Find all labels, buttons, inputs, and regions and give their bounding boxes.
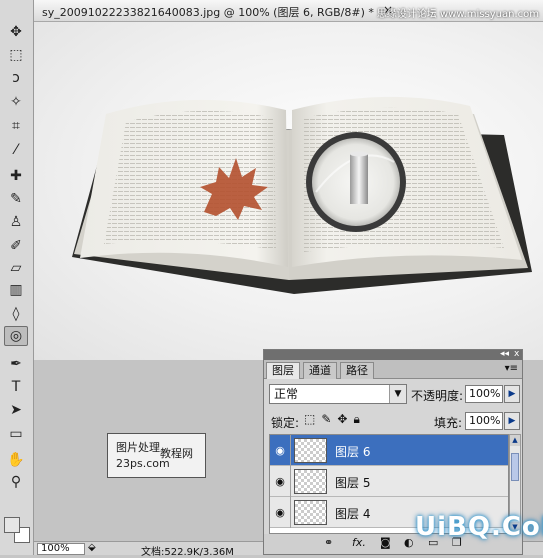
scroll-thumb[interactable] [511,453,519,481]
lock-options[interactable]: ⬚✎✥🔒︎ [304,412,366,427]
navigator-icon[interactable]: ⬙ [88,542,96,553]
pen-tool-icon[interactable]: ✒ [4,354,28,374]
lock-pixels-icon[interactable]: ✎ [321,412,337,426]
lock-position-icon[interactable]: ✥ [337,412,353,426]
opacity-input[interactable]: 100% [465,385,503,403]
stamp-url: 23ps.com [116,457,170,470]
gradient-tool-icon[interactable]: ▥ [4,280,28,300]
layer-thumbnail [294,469,327,494]
layer-row-6[interactable]: ◉ 图层 6 [270,435,508,466]
collapse-icon[interactable]: ◂◂ [500,349,509,359]
book-photo [72,96,532,294]
panel-menu-icon[interactable]: ▾≡ [505,363,518,374]
crop-tool-icon[interactable]: ⌗ [4,116,28,136]
hand-tool-icon[interactable]: ✋ [4,450,28,470]
opacity-label: 不透明度: [411,389,464,403]
lock-transparent-icon[interactable]: ⬚ [304,412,321,426]
marquee-tool-icon[interactable]: ⬚ [4,45,28,65]
panel-header[interactable]: ◂◂ x [264,349,522,360]
tab-channels[interactable]: 通道 [303,362,337,379]
scroll-up-icon[interactable]: ▲ [510,435,520,446]
opacity-arrow-icon[interactable]: ▶ [504,385,520,403]
blend-mode-select[interactable]: 正常 ▼ [269,384,407,404]
eye-icon[interactable]: ◉ [273,444,287,457]
layer-name[interactable]: 图层 6 [335,443,370,460]
tab-layers[interactable]: 图层 [266,362,300,379]
fill-label: 填充: [434,416,463,430]
panel-tabs: 图层 通道 路径 ▾≡ [264,360,522,379]
site-logo: UiBQ.CoM [415,512,543,542]
lasso-tool-icon[interactable]: ↄ [4,68,28,88]
link-icon[interactable]: ⚭ [324,536,333,549]
chevron-down-icon[interactable]: ▼ [389,385,406,403]
layer-name[interactable]: 图层 5 [335,474,370,491]
layer-name[interactable]: 图层 4 [335,505,370,522]
tab-paths[interactable]: 路径 [340,362,374,379]
lock-label: 锁定: [271,416,300,430]
eyedropper-tool-icon[interactable]: ⁄ [4,140,28,160]
path-selection-tool-icon[interactable]: ➤ [4,400,28,420]
magic-wand-tool-icon[interactable]: ✧ [4,92,28,112]
fx-icon[interactable]: fx. [352,536,366,549]
logo-stamp: 图片处理教程网 23ps.com [107,433,206,478]
brush-tool-icon[interactable]: ✎ [4,189,28,209]
mask-icon[interactable]: ◙ [380,536,391,549]
blend-mode-value: 正常 [274,387,299,401]
tools-panel: ✥ ⬚ ↄ ✧ ⌗ ⁄ ✚ ✎ ♙ ✐ ▱ ▥ ◊ ◎ ✒ T ➤ ▭ ✋ ⚲ [0,0,34,555]
zoom-tool-icon[interactable]: ⚲ [4,472,28,492]
foreground-color-swatch[interactable] [4,517,20,533]
shape-tool-icon[interactable]: ▭ [4,424,28,444]
eye-icon[interactable]: ◉ [273,506,287,519]
eye-icon[interactable]: ◉ [273,475,287,488]
history-brush-tool-icon[interactable]: ✐ [4,236,28,256]
document-canvas[interactable] [34,22,543,360]
eraser-tool-icon[interactable]: ▱ [4,258,28,278]
clone-stamp-tool-icon[interactable]: ♙ [4,212,28,232]
healing-brush-tool-icon[interactable]: ✚ [4,166,28,186]
type-tool-icon[interactable]: T [4,377,28,397]
document-tab[interactable]: sy_20091022233821640083.jpg @ 100% (图层 6… [34,0,543,22]
dodge-tool-icon[interactable]: ◎ [4,326,28,346]
layer-thumbnail [294,438,327,463]
adjustment-icon[interactable]: ◐ [404,536,414,549]
layer-thumbnail [294,500,327,525]
blur-tool-icon[interactable]: ◊ [4,304,28,324]
document-title: sy_20091022233821640083.jpg @ 100% (图层 6… [42,6,374,19]
document-info[interactable]: 文档:522.9K/3.36M [141,543,234,558]
zoom-field[interactable]: 100% [37,543,85,555]
panel-close-icon[interactable]: x [514,349,519,359]
fill-input[interactable]: 100% [465,412,503,430]
layer-row-5[interactable]: ◉ 图层 5 [270,466,508,497]
fill-arrow-icon[interactable]: ▶ [504,412,520,430]
move-tool-icon[interactable]: ✥ [4,22,28,42]
stamp-title: 图片处理 [116,441,160,454]
watermark-text: 思缘设计论坛 www.missyuan.com [376,9,539,20]
lock-all-icon[interactable]: 🔒︎ [353,412,365,426]
